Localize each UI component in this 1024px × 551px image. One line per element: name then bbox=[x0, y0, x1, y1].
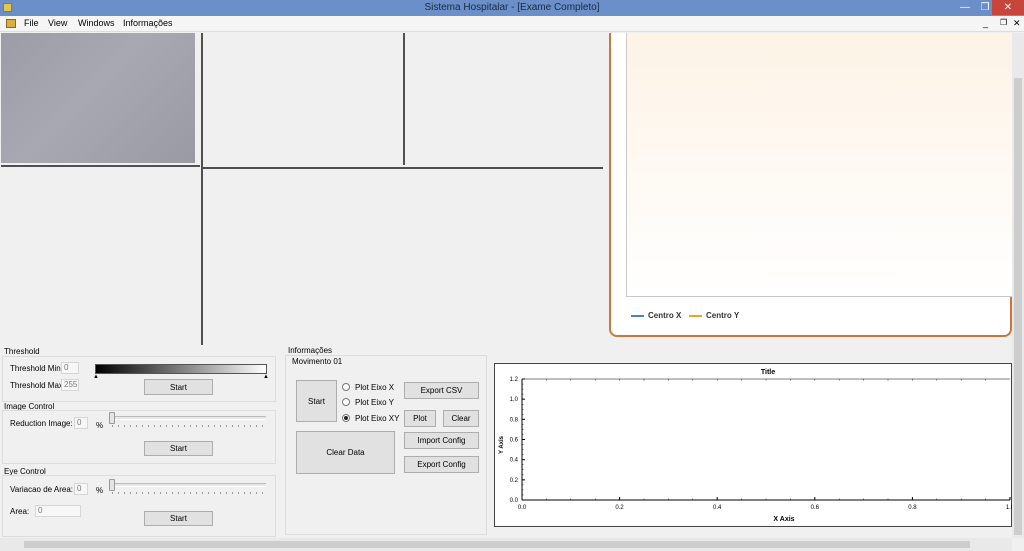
threshold-group-label: Threshold bbox=[4, 347, 40, 356]
title-bar: Sistema Hospitalar - [Exame Completo] — … bbox=[0, 0, 1024, 16]
threshold-min-label: Threshold Min: bbox=[10, 364, 63, 373]
export-csv-button[interactable]: Export CSV bbox=[404, 382, 479, 399]
y-tick-label: 0.8 bbox=[510, 417, 519, 423]
threshold-max-field[interactable]: 255 bbox=[61, 379, 79, 391]
x-tick-label: 0.6 bbox=[811, 505, 820, 511]
legend-label-centro-x: Centro X bbox=[648, 311, 682, 320]
reduction-slider-track bbox=[110, 416, 266, 420]
menu-bar: File View Windows Informações _ ❐ ✕ bbox=[0, 16, 1024, 32]
area-label: Area: bbox=[10, 507, 30, 516]
mdi-restore-icon[interactable]: ❐ bbox=[1000, 18, 1007, 27]
clear-data-button[interactable]: Clear Data bbox=[296, 431, 395, 474]
y-tick-label: 0.2 bbox=[510, 478, 519, 484]
legend-swatch-centro-y bbox=[689, 315, 702, 317]
threshold-group bbox=[2, 356, 276, 402]
close-icon[interactable]: ✕ bbox=[992, 0, 1024, 15]
reduction-slider-ticks bbox=[112, 425, 265, 427]
variation-percent-label: % bbox=[96, 486, 104, 495]
y-tick-label: 1.2 bbox=[510, 377, 519, 383]
center-chart: Centro X Centro Y bbox=[609, 33, 1012, 337]
menu-windows[interactable]: Windows bbox=[78, 18, 115, 28]
xy-chart: Title X Axis Y Axis 0.0 0.2 0.4 0.6 0.8 1.0 0.… bbox=[494, 363, 1012, 527]
image-control-start-button[interactable]: Start bbox=[144, 441, 213, 456]
reduction-image-field[interactable]: 0 bbox=[74, 417, 88, 429]
menu-view[interactable]: View bbox=[48, 18, 67, 28]
reduction-percent-label: % bbox=[96, 421, 104, 430]
chart-ylabel: Y Axis bbox=[499, 435, 505, 454]
center-chart-plot-area bbox=[626, 33, 1012, 297]
mdi-close-icon[interactable]: ✕ bbox=[1013, 18, 1021, 29]
y-tick-label: 0.4 bbox=[510, 458, 519, 464]
scroll-thumb[interactable] bbox=[1014, 78, 1022, 535]
menu-informacoes[interactable]: Informações bbox=[123, 18, 173, 28]
variation-slider-track bbox=[110, 483, 266, 487]
chart-title: Title bbox=[761, 369, 775, 376]
vertical-scrollbar[interactable] bbox=[1012, 33, 1024, 538]
reduction-image-label: Reduction Image: bbox=[10, 419, 73, 428]
threshold-min-field[interactable]: 0 bbox=[61, 362, 79, 374]
clear-button[interactable]: Clear bbox=[443, 410, 479, 427]
plot-button[interactable]: Plot bbox=[404, 410, 436, 427]
info-group-label: Informações bbox=[288, 346, 333, 355]
xy-chart-frame bbox=[494, 363, 1012, 527]
movement-label: Movimento 01 bbox=[292, 357, 343, 366]
plot-x-label: Plot Eixo X bbox=[355, 383, 395, 392]
threshold-max-label: Threshold Max: bbox=[10, 381, 66, 390]
plot-xy-radio[interactable] bbox=[342, 414, 350, 422]
y-tick-label: 0.6 bbox=[510, 438, 519, 444]
eye-control-start-button[interactable]: Start bbox=[144, 511, 213, 526]
movement-start-button[interactable]: Start bbox=[296, 380, 337, 422]
panel-divider bbox=[1, 165, 200, 167]
mdi-minimize-icon[interactable]: _ bbox=[983, 18, 988, 28]
area-field[interactable]: 0 bbox=[35, 505, 81, 517]
plot-y-label: Plot Eixo Y bbox=[355, 398, 394, 407]
plot-x-radio[interactable] bbox=[342, 383, 350, 391]
threshold-gradient-slider[interactable] bbox=[95, 364, 267, 374]
horizontal-scrollbar[interactable] bbox=[0, 538, 1012, 551]
threshold-start-button[interactable]: Start bbox=[144, 379, 213, 395]
threshold-min-marker-icon[interactable]: ▲ bbox=[93, 374, 99, 380]
plot-y-radio[interactable] bbox=[342, 398, 350, 406]
legend-swatch-centro-x bbox=[631, 315, 644, 317]
export-config-button[interactable]: Export Config bbox=[404, 456, 479, 473]
camera-view bbox=[1, 33, 195, 163]
menu-file[interactable]: File bbox=[24, 18, 39, 28]
chart-xlabel: X Axis bbox=[773, 516, 794, 523]
x-tick-label: 0.8 bbox=[908, 505, 917, 511]
x-tick-label: 0.0 bbox=[518, 505, 527, 511]
hscroll-thumb[interactable] bbox=[24, 541, 970, 548]
y-tick-label: 1.0 bbox=[510, 397, 519, 403]
mdi-icon bbox=[6, 19, 16, 28]
variation-slider-thumb[interactable] bbox=[109, 479, 115, 491]
reduction-slider-thumb[interactable] bbox=[109, 412, 115, 424]
y-tick-label: 0.0 bbox=[510, 498, 519, 504]
legend-label-centro-y: Centro Y bbox=[706, 311, 740, 320]
panel-divider bbox=[203, 167, 603, 169]
variation-area-label: Variacao de Area: bbox=[10, 485, 74, 494]
panel-divider bbox=[201, 33, 203, 345]
x-tick-label: 0.4 bbox=[713, 505, 722, 511]
x-tick-label: 0.2 bbox=[615, 505, 624, 511]
x-tick-label: 1.0 bbox=[1006, 505, 1012, 511]
import-config-button[interactable]: Import Config bbox=[404, 432, 479, 449]
variation-area-field[interactable]: 0 bbox=[74, 483, 88, 495]
plot-xy-label: Plot Eixo XY bbox=[355, 414, 400, 423]
variation-slider-ticks bbox=[112, 492, 265, 494]
window-title: Sistema Hospitalar - [Exame Completo] bbox=[424, 2, 600, 13]
threshold-max-marker-icon[interactable]: ▲ bbox=[263, 374, 269, 380]
panel-divider bbox=[403, 33, 405, 165]
